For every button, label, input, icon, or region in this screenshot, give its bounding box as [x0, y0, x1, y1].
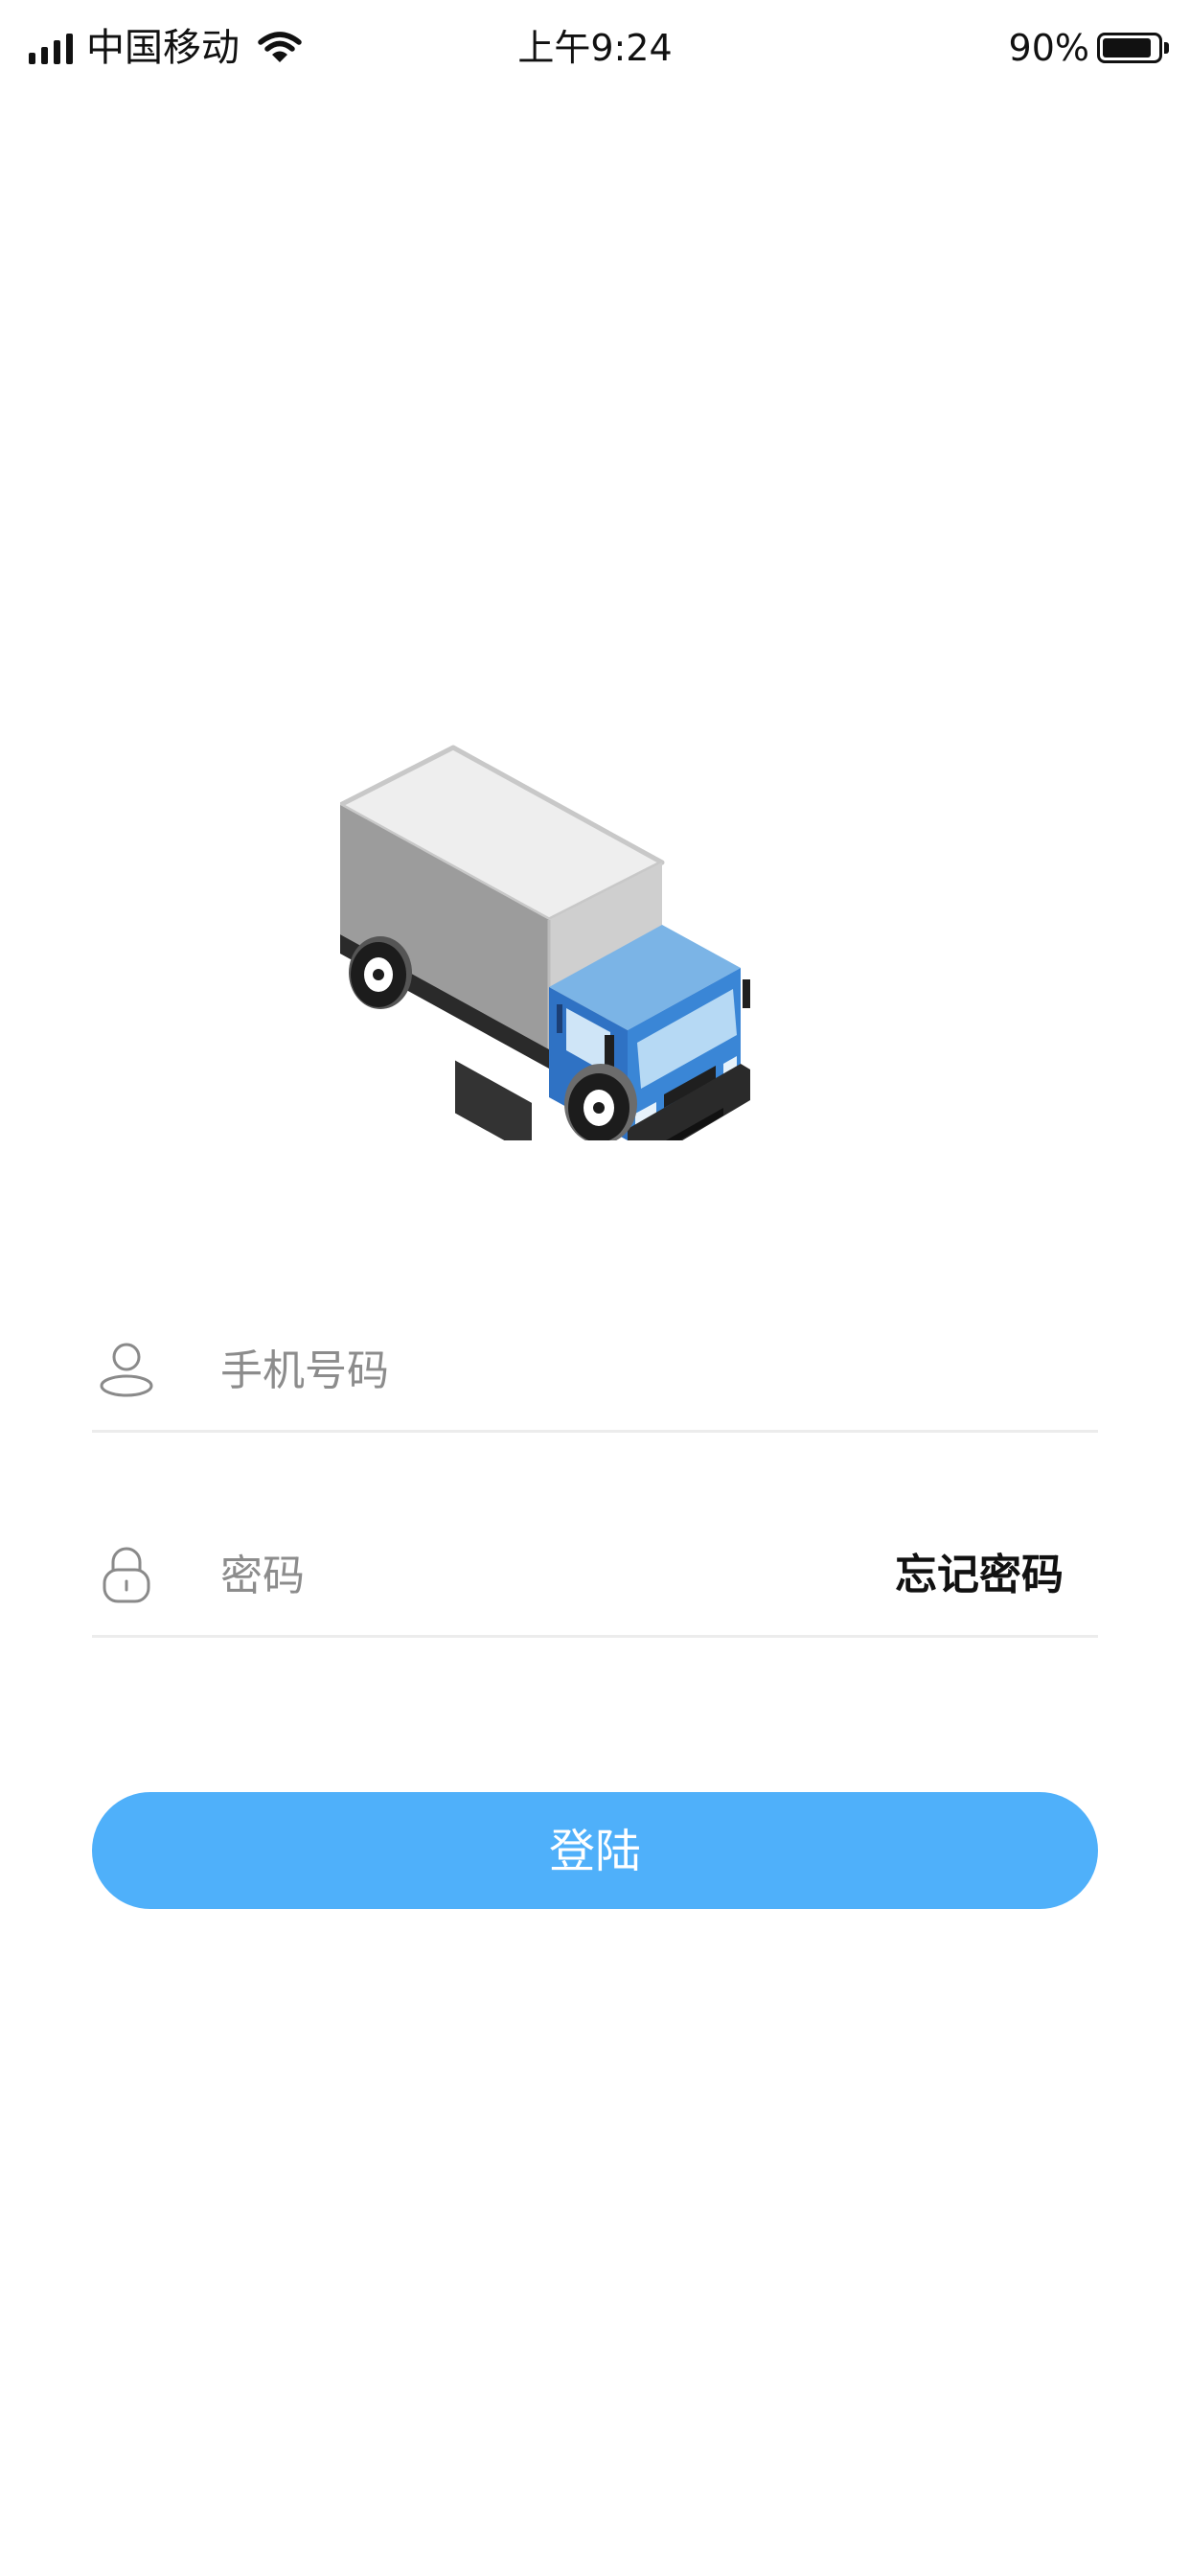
battery-fill	[1103, 38, 1152, 58]
phone-field	[92, 1315, 1098, 1433]
phone-input[interactable]	[220, 1334, 891, 1407]
password-field: 忘记密码	[92, 1520, 1098, 1638]
lock-icon	[103, 1547, 150, 1603]
status-bar: 中国移动 上午9:24 90%	[0, 0, 1190, 96]
status-bar-right: 90%	[1009, 21, 1169, 75]
forgot-password-link[interactable]: 忘记密码	[895, 1539, 1064, 1612]
user-icon	[100, 1343, 153, 1397]
truck-icon	[340, 745, 750, 1140]
battery-nub	[1164, 42, 1169, 54]
battery-percent: 90%	[1008, 27, 1089, 69]
password-input[interactable]	[220, 1539, 891, 1612]
login-button[interactable]: 登陆	[92, 1792, 1098, 1909]
battery-icon	[1097, 33, 1162, 63]
